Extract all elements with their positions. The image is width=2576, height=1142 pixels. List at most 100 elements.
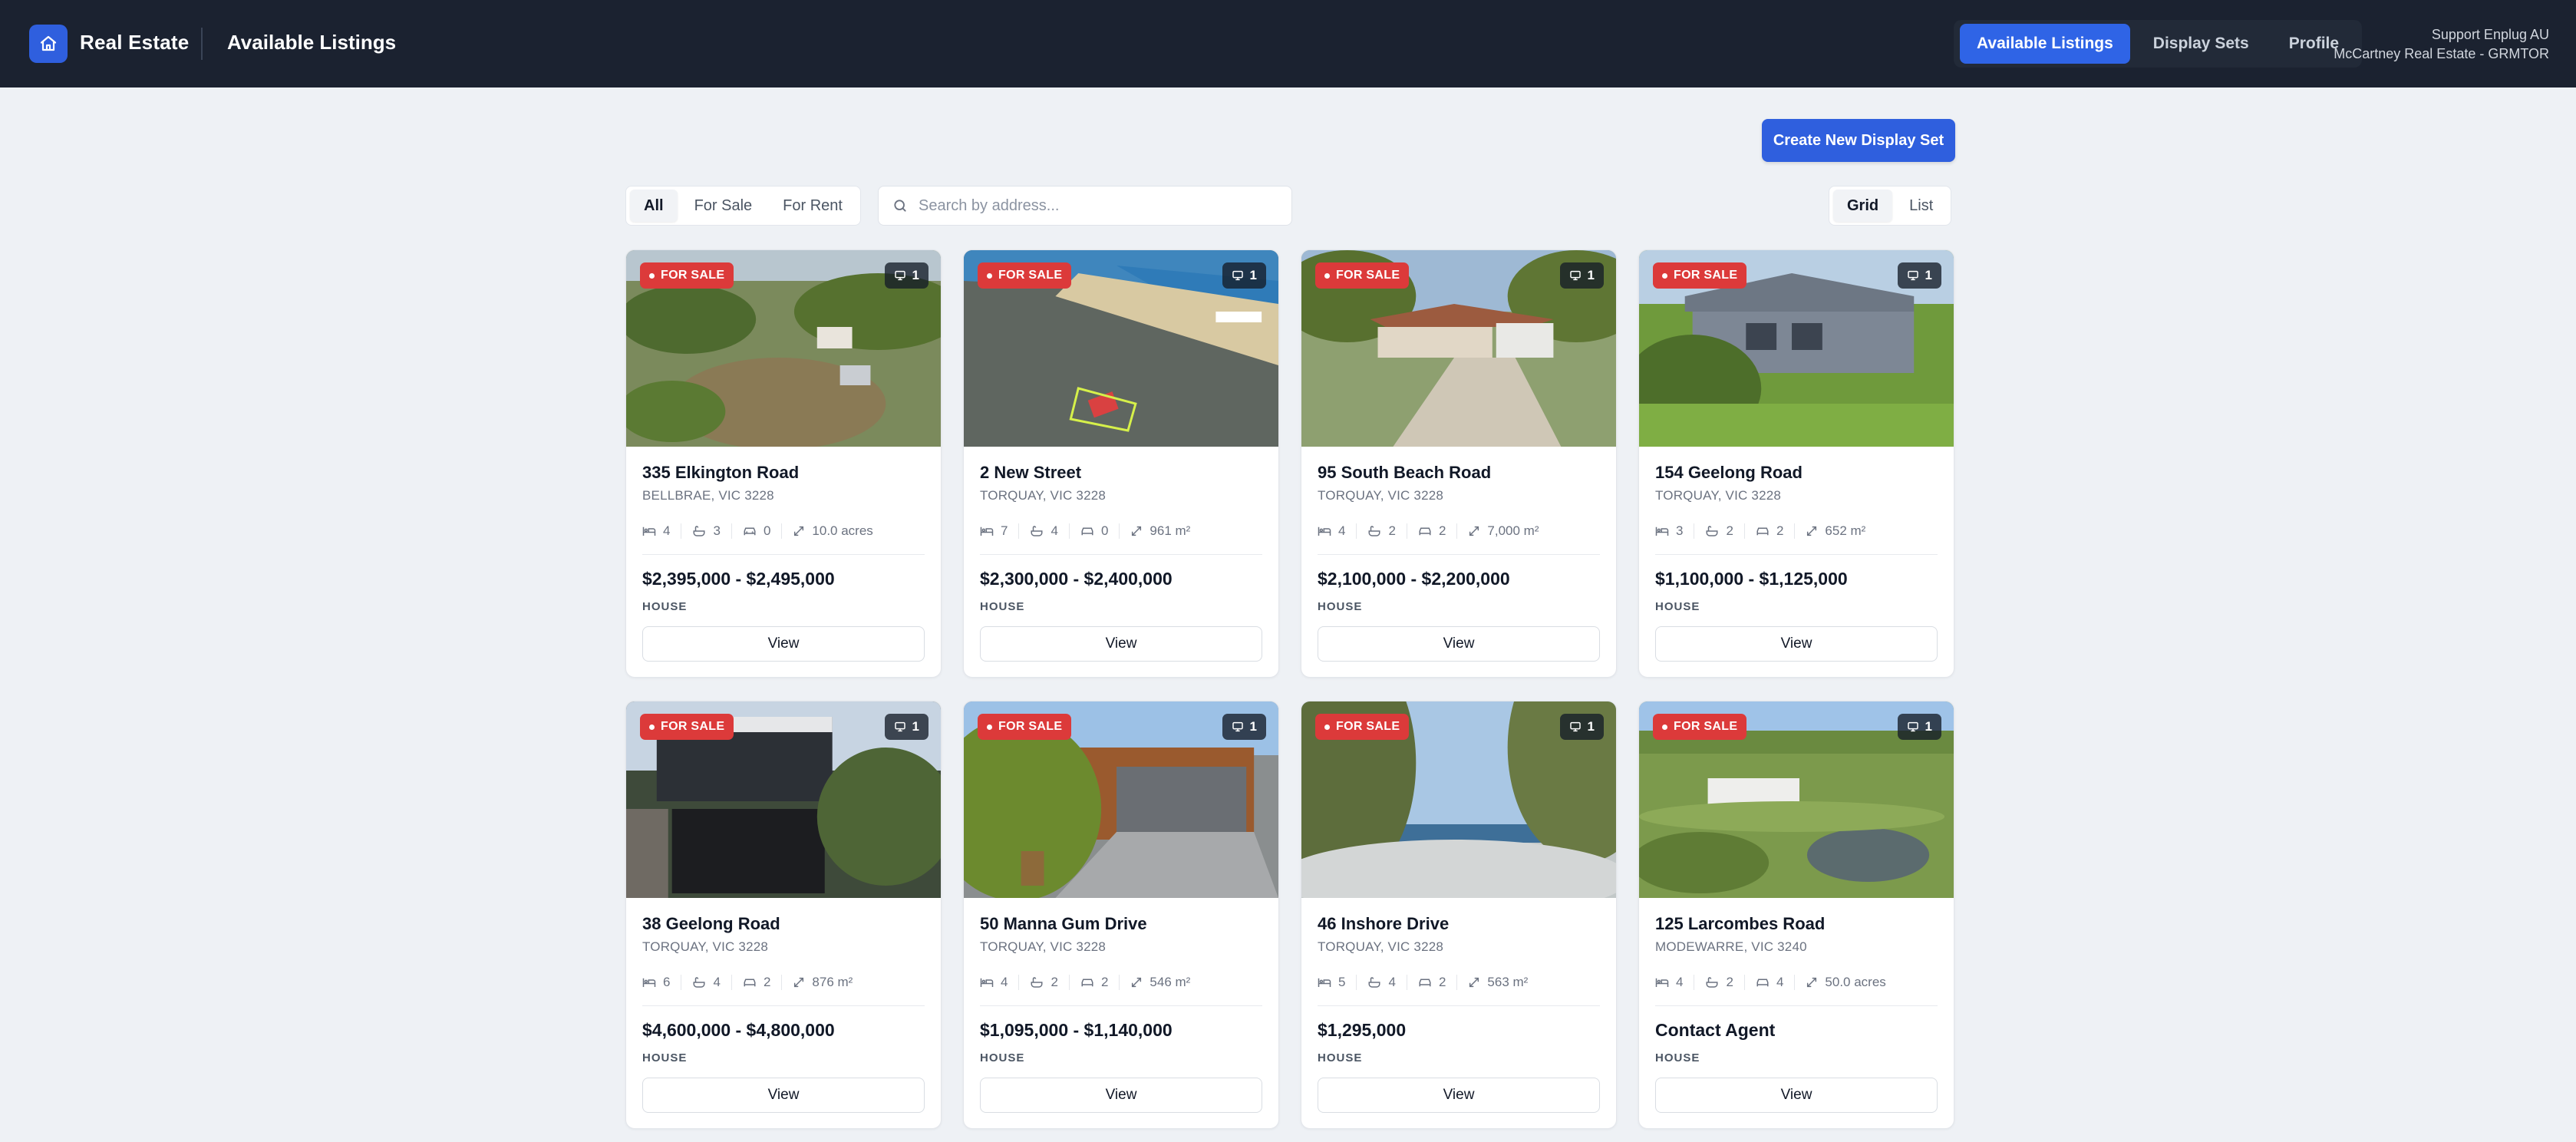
property-type: HOUSE (1318, 1051, 1363, 1064)
listing-suburb: BELLBRAE, VIC 3228 (642, 488, 774, 503)
nav-display-sets[interactable]: Display Sets (2136, 24, 2266, 64)
bed-count: 4 (1338, 523, 1346, 538)
bath-count: 3 (713, 523, 721, 538)
listing-suburb: TORQUAY, VIC 3228 (980, 488, 1107, 503)
listing-features: 6 4 2 876 m² (642, 973, 925, 992)
view-button[interactable]: View (980, 1078, 1262, 1113)
listing-photo[interactable]: FOR SALE 1 (964, 701, 1278, 898)
car-count: 4 (1776, 975, 1784, 989)
listing-card[interactable]: FOR SALE 1 2 New Street TORQUAY, VIC 322… (963, 249, 1279, 678)
listing-features: 5 4 2 563 m² (1318, 973, 1600, 992)
bed-count: 3 (1676, 523, 1684, 538)
bed-icon (642, 978, 656, 987)
status-badge: FOR SALE (978, 262, 1072, 289)
land-area: 10.0 acres (812, 523, 873, 538)
view-button[interactable]: View (1655, 1078, 1938, 1113)
bed-icon (1318, 526, 1331, 536)
view-list[interactable]: List (1895, 190, 1947, 222)
display-count-badge: 1 (1559, 262, 1604, 289)
view-button[interactable]: View (1318, 626, 1600, 662)
listing-price: $2,395,000 - $2,495,000 (642, 569, 835, 589)
listing-photo[interactable]: FOR SALE 1 (1301, 701, 1616, 898)
bed-icon (642, 526, 656, 536)
listing-photo[interactable]: FOR SALE 1 (626, 701, 941, 898)
listing-address: 95 South Beach Road (1318, 463, 1492, 482)
listing-card[interactable]: FOR SALE 1 335 Elkington Road BELLBRAE, … (625, 249, 942, 678)
listing-filter: All For Sale For Rent (625, 186, 861, 226)
area-icon (1132, 526, 1142, 536)
bath-count: 2 (1388, 523, 1396, 538)
listing-card[interactable]: FOR SALE 1 46 Inshore Drive TORQUAY, VIC… (1301, 701, 1617, 1129)
view-grid[interactable]: Grid (1833, 190, 1893, 222)
card-divider (1318, 554, 1600, 555)
listing-address: 2 New Street (980, 463, 1082, 482)
car-count: 2 (1776, 523, 1784, 538)
bath-count: 4 (1051, 523, 1058, 538)
listing-card[interactable]: FOR SALE 1 38 Geelong Road TORQUAY, VIC … (625, 701, 942, 1129)
listing-suburb: TORQUAY, VIC 3228 (642, 939, 769, 954)
property-type: HOUSE (980, 600, 1025, 613)
bath-icon (693, 526, 705, 536)
bath-icon (693, 977, 705, 988)
listing-card[interactable]: FOR SALE 1 125 Larcombes Road MODEWARRE,… (1638, 701, 1954, 1129)
listing-card[interactable]: FOR SALE 1 95 South Beach Road TORQUAY, … (1301, 249, 1617, 678)
status-badge: FOR SALE (640, 714, 734, 740)
bath-count: 4 (713, 975, 721, 989)
display-count-badge: 1 (1222, 262, 1266, 289)
brand-name[interactable]: Real Estate (80, 31, 189, 54)
listing-address: 335 Elkington Road (642, 463, 800, 482)
area-icon (1469, 526, 1479, 536)
listing-address: 50 Manna Gum Drive (980, 914, 1147, 933)
bed-icon (980, 526, 994, 536)
view-button[interactable]: View (1318, 1078, 1600, 1113)
bed-count: 7 (1001, 523, 1008, 538)
car-count: 2 (763, 975, 771, 989)
listing-features: 4 2 2 546 m² (980, 973, 1262, 992)
listing-features: 4 2 4 50.0 acres (1655, 973, 1938, 992)
bath-count: 2 (1726, 523, 1733, 538)
monitor-icon (894, 721, 905, 732)
home-button[interactable] (29, 25, 68, 63)
view-button[interactable]: View (642, 1078, 925, 1113)
property-type: HOUSE (1655, 600, 1700, 613)
listing-features: 3 2 2 652 m² (1655, 522, 1938, 540)
listing-features: 4 3 0 10.0 acres (642, 522, 925, 540)
home-icon (40, 35, 57, 51)
status-badge: FOR SALE (1315, 714, 1410, 740)
listing-photo[interactable]: FOR SALE 1 (626, 250, 941, 447)
bed-count: 4 (663, 523, 671, 538)
listing-price: $2,100,000 - $2,200,000 (1318, 569, 1510, 589)
area-icon (1132, 977, 1142, 988)
car-icon (1419, 979, 1431, 987)
area-icon (794, 977, 804, 988)
view-button[interactable]: View (642, 626, 925, 662)
top-bar: Real Estate Available Listings Available… (0, 0, 2576, 87)
listing-photo[interactable]: FOR SALE 1 (1639, 250, 1954, 447)
create-display-set-button[interactable]: Create New Display Set (1762, 119, 1955, 162)
car-icon (1081, 527, 1093, 536)
filter-all[interactable]: All (630, 190, 678, 222)
listing-photo[interactable]: FOR SALE 1 (1301, 250, 1616, 447)
listing-card[interactable]: FOR SALE 1 154 Geelong Road TORQUAY, VIC… (1638, 249, 1954, 678)
filter-for-sale[interactable]: For Sale (681, 190, 767, 222)
card-divider (980, 1005, 1262, 1006)
bed-count: 4 (1676, 975, 1684, 989)
property-type: HOUSE (642, 600, 688, 613)
user-info: Support Enplug AU McCartney Real Estate … (2334, 25, 2549, 64)
filter-for-rent[interactable]: For Rent (769, 190, 856, 222)
listing-photo[interactable]: FOR SALE 1 (1639, 701, 1954, 898)
view-button[interactable]: View (980, 626, 1262, 662)
listing-photo[interactable]: FOR SALE 1 (964, 250, 1278, 447)
monitor-icon (1569, 721, 1581, 732)
view-button[interactable]: View (1655, 626, 1938, 662)
search-box (878, 186, 1292, 226)
listing-suburb: TORQUAY, VIC 3228 (1655, 488, 1782, 503)
nav-available-listings[interactable]: Available Listings (1960, 24, 2130, 64)
search-input[interactable] (919, 196, 1272, 215)
display-count-badge: 1 (1897, 262, 1941, 289)
bath-count: 2 (1051, 975, 1058, 989)
listing-card[interactable]: FOR SALE 1 50 Manna Gum Drive TORQUAY, V… (963, 701, 1279, 1129)
listing-address: 46 Inshore Drive (1318, 914, 1450, 933)
land-area: 961 m² (1149, 523, 1191, 538)
monitor-icon (1907, 721, 1918, 732)
